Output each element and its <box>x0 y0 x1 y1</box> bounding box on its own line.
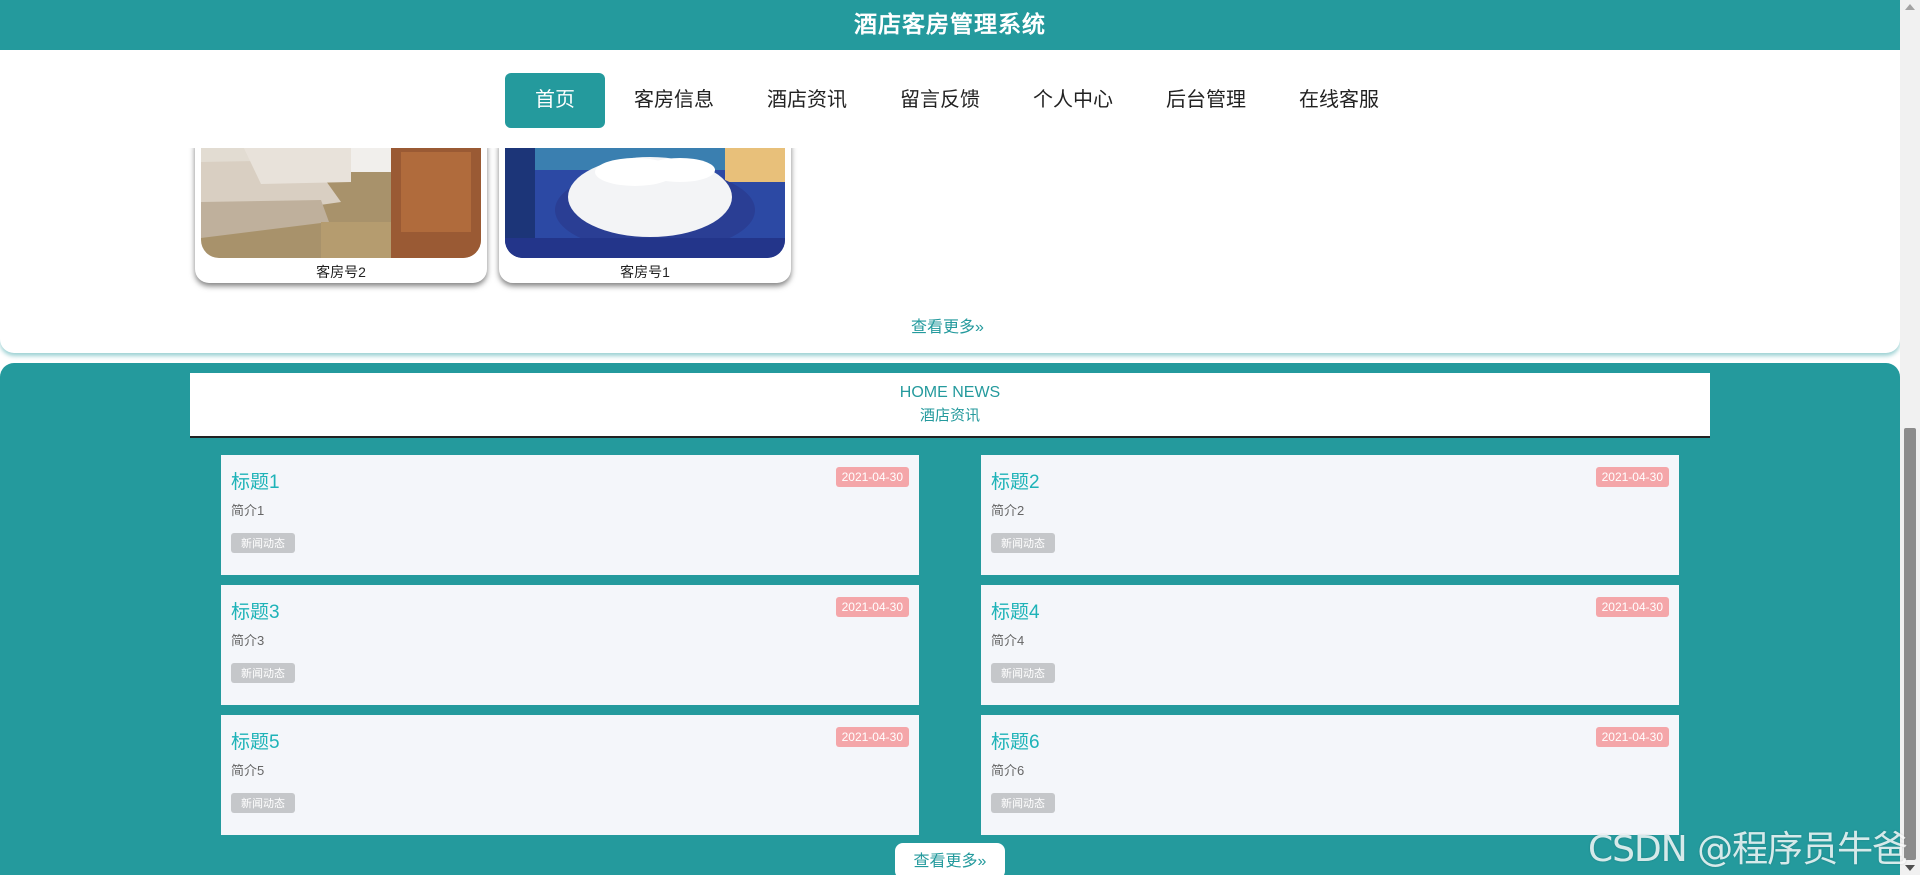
news-intro: 简介1 <box>231 503 265 518</box>
news-intro: 简介3 <box>231 633 265 648</box>
nav-item-home[interactable]: 首页 <box>505 73 605 128</box>
news-date-badge: 2021-04-30 <box>835 467 909 487</box>
scroll-up-arrow-icon[interactable] <box>1905 4 1915 10</box>
news-card[interactable]: 标题4 2021-04-30 简介4 新闻动态 <box>981 585 1679 705</box>
news-title[interactable]: 标题3 <box>231 597 280 624</box>
news-heading: HOME NEWS 酒店资讯 <box>190 373 1710 438</box>
news-title[interactable]: 标题1 <box>231 467 280 494</box>
room-card[interactable]: 客房号1 <box>499 142 791 283</box>
news-tag: 新闻动态 <box>231 663 295 683</box>
news-date-badge: 2021-04-30 <box>835 597 909 617</box>
room-image[interactable] <box>201 142 481 258</box>
room-name: 客房号2 <box>316 264 366 280</box>
news-intro: 简介5 <box>231 763 265 778</box>
nav-item-rooms[interactable]: 客房信息 <box>610 73 738 128</box>
scrollbar-thumb[interactable] <box>1904 428 1916 860</box>
room-image[interactable] <box>505 142 785 258</box>
news-heading-cn: 酒店资讯 <box>919 407 980 424</box>
watermark: CSDN @程序员牛爸 <box>1588 829 1908 870</box>
news-date-badge: 2021-04-30 <box>1595 467 1669 487</box>
news-card[interactable]: 标题5 2021-04-30 简介5 新闻动态 <box>221 715 919 835</box>
room-card[interactable]: 客房号2 <box>195 142 487 283</box>
site-title: 酒店客房管理系统 <box>854 12 1046 38</box>
room-name: 客房号1 <box>620 264 670 280</box>
nav-item-feedback[interactable]: 留言反馈 <box>876 73 1004 128</box>
news-tag: 新闻动态 <box>231 533 295 553</box>
news-date-badge: 2021-04-30 <box>1595 727 1669 747</box>
news-more-label: 查看更多» <box>913 853 987 870</box>
news-date-badge: 2021-04-30 <box>1595 597 1669 617</box>
news-intro: 简介4 <box>991 633 1025 648</box>
news-intro: 简介6 <box>991 763 1025 778</box>
news-tag: 新闻动态 <box>991 793 1055 813</box>
news-title[interactable]: 标题6 <box>991 727 1040 754</box>
news-card[interactable]: 标题6 2021-04-30 简介6 新闻动态 <box>981 715 1679 835</box>
news-intro: 简介2 <box>991 503 1025 518</box>
news-tag: 新闻动态 <box>231 793 295 813</box>
page-scrollbar[interactable] <box>1900 0 1920 875</box>
rooms-section: 客房号2 客房号1 查看更多» <box>0 142 1900 353</box>
nav-item-profile[interactable]: 个人中心 <box>1009 73 1137 128</box>
main-nav: 首页 客房信息 酒店资讯 留言反馈 个人中心 后台管理 在线客服 <box>0 50 1900 148</box>
rooms-more-link[interactable]: 查看更多» <box>911 313 984 337</box>
news-tag: 新闻动态 <box>991 663 1055 683</box>
news-title[interactable]: 标题2 <box>991 467 1040 494</box>
site-header: 酒店客房管理系统 <box>0 0 1900 50</box>
news-date-badge: 2021-04-30 <box>835 727 909 747</box>
news-card[interactable]: 标题1 2021-04-30 简介1 新闻动态 <box>221 455 919 575</box>
news-title[interactable]: 标题5 <box>231 727 280 754</box>
news-heading-en: HOME NEWS <box>899 384 1001 401</box>
news-title[interactable]: 标题4 <box>991 597 1040 624</box>
news-tag: 新闻动态 <box>991 533 1055 553</box>
news-section: HOME NEWS 酒店资讯 标题1 2021-04-30 简介1 新闻动态 标… <box>0 363 1900 879</box>
nav-item-news[interactable]: 酒店资讯 <box>743 73 871 128</box>
nav-item-admin[interactable]: 后台管理 <box>1142 73 1270 128</box>
news-card[interactable]: 标题3 2021-04-30 简介3 新闻动态 <box>221 585 919 705</box>
news-more-button[interactable]: 查看更多» <box>895 843 1005 879</box>
news-card[interactable]: 标题2 2021-04-30 简介2 新闻动态 <box>981 455 1679 575</box>
nav-item-support[interactable]: 在线客服 <box>1275 73 1403 128</box>
